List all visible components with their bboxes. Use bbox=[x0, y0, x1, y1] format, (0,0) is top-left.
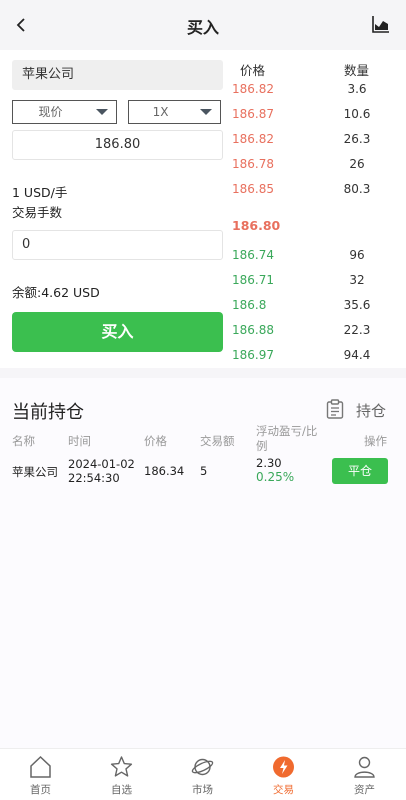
bid-qty: 22.3 bbox=[343, 323, 371, 337]
bid-qty: 32 bbox=[349, 273, 365, 287]
ask-qty: 80.3 bbox=[343, 182, 371, 196]
leverage-select[interactable]: 1X bbox=[128, 100, 221, 124]
ask-price: 186.85 bbox=[232, 182, 274, 196]
caret-down-icon bbox=[200, 109, 212, 115]
ask-row[interactable]: 186.87 10.6 bbox=[232, 107, 406, 127]
position-date: 2024-01-02 bbox=[68, 457, 135, 471]
bid-qty: 96 bbox=[349, 248, 365, 262]
clipboard-icon[interactable] bbox=[326, 399, 344, 419]
tab-watchlist-label: 自选 bbox=[111, 784, 132, 796]
page-title: 买入 bbox=[186, 18, 219, 37]
ask-price: 186.78 bbox=[232, 157, 274, 171]
col-header-pnl: 浮动盈亏/比例 bbox=[256, 424, 318, 453]
mid-price: 186.80 bbox=[232, 218, 281, 233]
chart-icon[interactable] bbox=[372, 15, 390, 33]
tab-market[interactable]: 市场 bbox=[162, 749, 243, 800]
tab-trade[interactable]: 交易 bbox=[243, 749, 324, 800]
top-nav-bar: 买入 bbox=[0, 0, 406, 50]
position-time: 22:54:30 bbox=[68, 471, 120, 485]
positions-title: 当前持仓 bbox=[12, 402, 84, 423]
leverage-value: 1X bbox=[152, 105, 169, 119]
position-pnl-pct: 0.25% bbox=[256, 470, 295, 484]
tab-home[interactable]: 首页 bbox=[0, 749, 81, 800]
bid-qty: 94.4 bbox=[343, 348, 371, 362]
ask-price: 186.87 bbox=[232, 107, 274, 121]
ask-row[interactable]: 186.82 26.3 bbox=[232, 132, 406, 152]
bid-row[interactable]: 186.74 96 bbox=[232, 248, 406, 268]
ask-row[interactable]: 186.85 80.3 bbox=[232, 182, 406, 202]
price-input[interactable]: 186.80 bbox=[12, 130, 223, 160]
bottom-tab-bar: 首页 自选 市场 交易 资产 bbox=[0, 748, 406, 800]
tab-home-label: 首页 bbox=[30, 784, 51, 796]
col-header-action: 操作 bbox=[364, 434, 387, 448]
orderbook-qty-header: 数量 bbox=[344, 63, 370, 78]
bid-price: 186.97 bbox=[232, 348, 274, 362]
bid-price: 186.71 bbox=[232, 273, 274, 287]
order-type-value: 现价 bbox=[38, 105, 63, 119]
home-icon bbox=[30, 755, 51, 778]
buy-button[interactable]: 买入 bbox=[12, 312, 223, 352]
bid-row[interactable]: 186.71 32 bbox=[232, 273, 406, 293]
ask-qty: 26.3 bbox=[343, 132, 371, 146]
position-name: 苹果公司 bbox=[12, 465, 58, 479]
star-icon bbox=[110, 756, 133, 777]
col-header-amount: 交易额 bbox=[200, 434, 235, 448]
caret-down-icon bbox=[96, 109, 108, 115]
trade-panel: 苹果公司 现价 1X 186.80 1 USD/手 交易手数 0 余额:4.62… bbox=[0, 50, 406, 368]
user-icon bbox=[354, 756, 375, 778]
col-header-price: 价格 bbox=[144, 434, 167, 448]
bid-qty: 35.6 bbox=[343, 298, 371, 312]
lot-label: 交易手数 bbox=[12, 205, 63, 220]
positions-link[interactable]: 持仓 bbox=[356, 400, 386, 421]
tab-trade-label: 交易 bbox=[273, 784, 294, 796]
bid-row[interactable]: 186.8 35.6 bbox=[232, 298, 406, 318]
position-price: 186.34 bbox=[144, 464, 185, 478]
ask-price: 186.82 bbox=[232, 82, 274, 96]
col-header-time: 时间 bbox=[68, 434, 91, 448]
ask-row[interactable]: 186.78 26 bbox=[232, 157, 406, 177]
orderbook-price-header: 价格 bbox=[240, 63, 266, 78]
ask-price: 186.82 bbox=[232, 132, 274, 146]
balance-text: 余额:4.62 USD bbox=[12, 285, 100, 300]
order-type-select[interactable]: 现价 bbox=[12, 100, 117, 124]
asset-name-field: 苹果公司 bbox=[12, 60, 223, 90]
close-position-button[interactable]: 平仓 bbox=[332, 458, 388, 484]
position-amount: 5 bbox=[200, 464, 208, 478]
bid-price: 186.8 bbox=[232, 298, 267, 312]
bid-row[interactable]: 186.88 22.3 bbox=[232, 323, 406, 343]
position-pnl: 2.30 bbox=[256, 456, 282, 470]
quantity-input[interactable]: 0 bbox=[12, 230, 223, 260]
trade-icon bbox=[273, 756, 294, 778]
tab-assets[interactable]: 资产 bbox=[324, 749, 405, 800]
tab-watchlist[interactable]: 自选 bbox=[81, 749, 162, 800]
ask-row[interactable]: 186.82 3.6 bbox=[232, 82, 406, 102]
positions-section: 当前持仓 持仓 名称 时间 价格 交易额 浮动盈亏/比例 操作 苹果公司 202… bbox=[0, 378, 406, 748]
bid-price: 186.74 bbox=[232, 248, 274, 262]
col-header-name: 名称 bbox=[12, 434, 35, 448]
ask-qty: 10.6 bbox=[343, 107, 371, 121]
tab-assets-label: 资产 bbox=[354, 784, 375, 796]
bid-price: 186.88 bbox=[232, 323, 274, 337]
ask-qty: 26 bbox=[349, 157, 365, 171]
tab-market-label: 市场 bbox=[192, 784, 213, 796]
unit-text: 1 USD/手 bbox=[12, 185, 68, 200]
bid-row[interactable]: 186.97 94.4 bbox=[232, 348, 406, 368]
planet-icon bbox=[191, 758, 214, 776]
ask-qty: 3.6 bbox=[347, 82, 367, 96]
